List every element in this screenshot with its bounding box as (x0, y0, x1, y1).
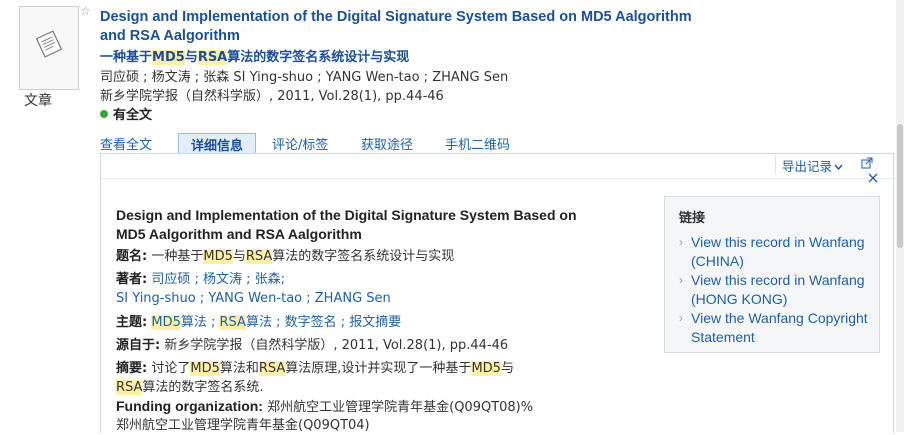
detail-row-abstract: 摘要: 讨论了MD5算法和RSA算法原理,设计并实现了一种基于MD5与 (116, 359, 514, 378)
tab-get-it[interactable]: 获取途径 (361, 134, 413, 153)
record-thumbnail[interactable] (19, 6, 79, 90)
highlight-term: MD5 (203, 249, 233, 264)
toolbar-icons (861, 157, 893, 187)
fulltext-label: 有全文 (113, 108, 153, 123)
source-value: 新乡学院学报（自然科学版）, 2011, Vol.28(1), pp.44-46 (164, 338, 509, 353)
record-title-link[interactable]: Design and Implementation of the Digital… (100, 8, 700, 46)
detail-title-en: Design and Implementation of the Digital… (116, 207, 577, 242)
author-links-cn[interactable]: 司应硕 ; 杨文涛 ; 张森; (151, 272, 285, 287)
subject-separator: ; (206, 315, 220, 330)
field-label: 题名: (116, 249, 148, 264)
star-icon[interactable]: ☆ (80, 4, 91, 18)
highlight-term: MD5 (151, 315, 181, 330)
highlight-term: RSA (197, 50, 228, 65)
detail-row-abstract-line2: RSA算法的数字签名系统. (116, 378, 264, 397)
tab-qr-code[interactable]: 手机二维码 (445, 134, 510, 153)
detail-row-authors-en: SI Ying-shuo ; YANG Wen-tao ; ZHANG Sen (116, 289, 391, 308)
detail-row-source: 源自于: 新乡学院学报（自然科学版）, 2011, Vol.28(1), pp.… (116, 336, 508, 355)
chevron-right-icon: › (679, 235, 683, 249)
abstract-part: 算法和 (219, 361, 259, 376)
title-cn-part: 一种基于 (100, 50, 153, 65)
field-label: 摘要: (116, 361, 148, 376)
highlight-term: MD5 (190, 361, 220, 376)
links-box: 链接 › View this record in Wanfang (CHINA) … (664, 196, 880, 353)
highlight-term: RSA (258, 361, 286, 376)
close-icon[interactable] (867, 172, 879, 184)
abstract-part: 讨论了 (151, 361, 191, 376)
scrollbar-thumb[interactable] (897, 124, 903, 248)
record-authors: 司应硕 ; 杨文涛 ; 张森 SI Ying-shuo ; YANG Wen-t… (100, 70, 509, 85)
link-label: View this record in Wanfang (HONG KONG) (691, 272, 865, 307)
links-list: › View this record in Wanfang (CHINA) › Vi… (679, 233, 875, 347)
subject-part: 算法 (180, 315, 207, 330)
highlight-term: RSA (116, 380, 143, 395)
record-title-cn[interactable]: 一种基于MD5与RSA算法的数字签名系统设计与实现 (100, 46, 409, 65)
title-cn-part: 一种基于 (151, 249, 204, 264)
record-type-label: 文章 (24, 93, 52, 109)
field-label: 源自于: (116, 338, 161, 353)
subject-links[interactable]: MD5算法 ; RSA算法 ; 数字签名 ; 报文摘要 (151, 315, 401, 330)
highlight-term: RSA (245, 249, 273, 264)
detail-row-funding: Funding organization: 郑州航空工业管理学院青年基金(Q09… (116, 397, 533, 417)
link-wanfang-hong-kong[interactable]: › View this record in Wanfang (HONG KONG) (679, 271, 875, 309)
export-label: 导出记录 (782, 159, 833, 174)
abstract-part: 算法原理,设计并实现了一种基于 (285, 361, 472, 376)
title-cn-part: 算法的数字签名系统设计与实现 (227, 50, 410, 65)
detail-row-authors: 著者: 司应硕 ; 杨文涛 ; 张森; (116, 270, 285, 289)
detail-row-title: 题名: 一种基于MD5与RSA算法的数字签名系统设计与实现 (116, 247, 454, 266)
detail-row-subjects: 主题: MD5算法 ; RSA算法 ; 数字签名 ; 报文摘要 (116, 313, 401, 332)
record-journal: 新乡学院学报（自然科学版）, 2011, Vol.28(1), pp.44-46 (100, 89, 444, 104)
tab-view-fulltext[interactable]: 查看全文 (100, 134, 152, 153)
funding-value: 郑州航空工业管理学院青年基金(Q09QT08)% (267, 400, 534, 415)
funding-value: 郑州航空工业管理学院青年基金(Q09QT04) (116, 418, 370, 433)
link-label: View this record in Wanfang (CHINA) (691, 234, 865, 269)
link-wanfang-copyright[interactable]: › View the Wanfang Copyright Statement (679, 309, 875, 347)
availability-dot-icon (100, 110, 108, 118)
field-label: Funding organization: (116, 398, 263, 414)
panel-toolbar: 导出记录 (101, 154, 893, 183)
chevron-right-icon: › (679, 311, 683, 325)
export-record-button[interactable]: 导出记录 (775, 156, 843, 174)
title-cn-part: 与 (232, 249, 246, 264)
links-title: 链接 (679, 211, 706, 226)
highlight-term: MD5 (471, 361, 501, 376)
tab-comments-tags[interactable]: 评论/标签 (272, 134, 328, 153)
subject-part: ; 数字签名 ; 报文摘要 (271, 315, 402, 330)
field-label: 著者: (116, 272, 148, 287)
author-links-en[interactable]: SI Ying-shuo ; YANG Wen-tao ; ZHANG Sen (116, 291, 391, 306)
chevron-right-icon: › (679, 273, 683, 287)
link-label: View the Wanfang Copyright Statement (691, 310, 868, 345)
title-cn-part: 算法的数字签名系统设计与实现 (272, 249, 455, 264)
fulltext-availability: 有全文 (100, 104, 152, 123)
document-icon (35, 30, 63, 58)
external-link-icon[interactable] (861, 157, 873, 169)
abstract-part: 算法的数字签名系统. (142, 380, 264, 395)
details-panel: 导出记录 Design and Implementation of the Di… (100, 153, 894, 433)
link-wanfang-china[interactable]: › View this record in Wanfang (CHINA) (679, 233, 875, 271)
highlight-term: RSA (219, 315, 246, 330)
detail-row-funding-line2: 郑州航空工业管理学院青年基金(Q09QT04) (116, 416, 370, 435)
subject-part: 算法 (245, 315, 272, 330)
chevron-down-icon (834, 164, 843, 171)
title-cn-part: 与 (184, 50, 198, 65)
field-label: 主题: (116, 315, 148, 330)
abstract-part: 与 (500, 361, 514, 376)
highlight-term: MD5 (152, 50, 185, 65)
